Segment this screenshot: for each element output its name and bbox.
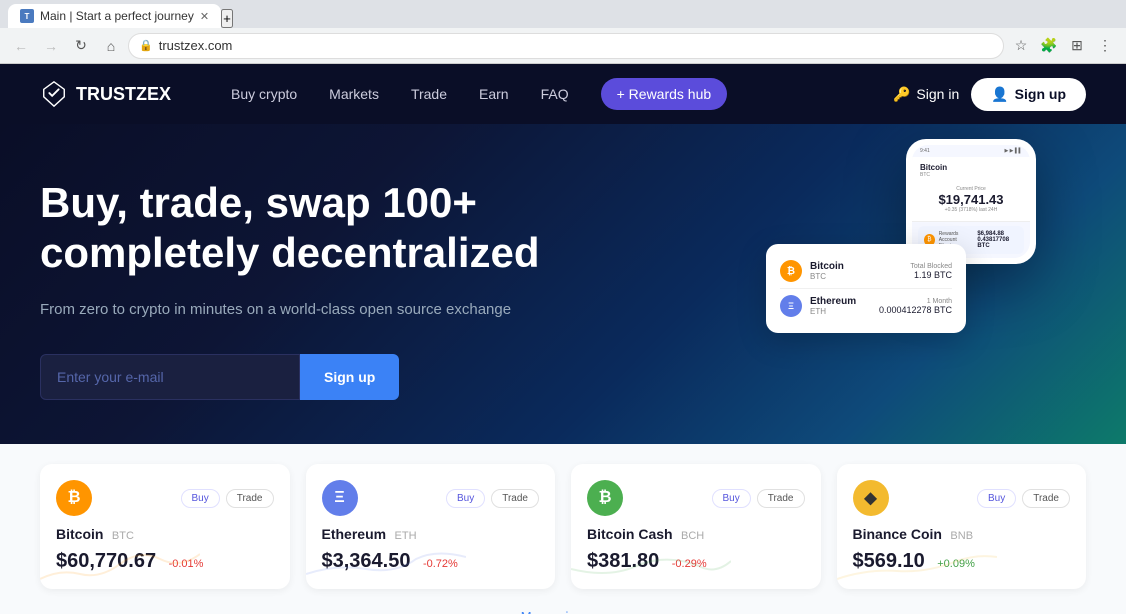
back-button[interactable]: ← [8,33,34,59]
browser-tab-bar: T Main | Start a perfect journey ✕ + [0,0,1126,28]
signup-button[interactable]: 👤 Sign up [971,78,1086,111]
active-tab[interactable]: T Main | Start a perfect journey ✕ [8,4,221,28]
page-content: TRUSTZEX Buy crypto Markets Trade Earn F… [0,64,1126,614]
signin-icon: 🔑 [893,86,910,103]
nav-buy-crypto[interactable]: Buy crypto [231,86,297,102]
profile-button[interactable]: ⊞ [1064,33,1090,59]
phone-price-section: Current Price $19,741.43 +0.35 (3718%) l… [912,182,1030,222]
logo-icon [40,80,68,108]
eth-buy-button[interactable]: Buy [446,489,485,508]
eth-ticker: ETH [395,530,417,542]
btc-card-icon: ₿ [56,480,92,516]
price-cards-container: ₿ Buy Trade Bitcoin BTC $60,770.67 -0.01… [40,464,1086,589]
coin-card-eth: Ξ Ethereum ETH 1 Month 0.000412278 BTC [780,289,952,323]
hero-form: Sign up [40,354,540,400]
btc-trade-button[interactable]: Trade [226,489,274,508]
extensions-button[interactable]: 🧩 [1036,33,1062,59]
navbar: TRUSTZEX Buy crypto Markets Trade Earn F… [0,64,1126,124]
hero-content: Buy, trade, swap 100+ completely decentr… [40,178,540,401]
eth-icon: Ξ [780,295,802,317]
phone-header: Bitcoin BTC [912,157,1030,182]
btc-ticker: BTC [112,530,134,542]
coin-card-btc: ₿ Bitcoin BTC Total Blocked 1.19 BTC [780,254,952,289]
bnb-name: Binance Coin [853,526,942,542]
bnb-card-icon: ◆ [853,480,889,516]
nav-trade[interactable]: Trade [411,86,447,102]
eth-trade-button[interactable]: Trade [491,489,539,508]
nav-links: Buy crypto Markets Trade Earn FAQ + Rewa… [231,78,893,110]
hero-signup-button[interactable]: Sign up [300,354,399,400]
bch-chart [571,549,731,589]
tab-close-button[interactable]: ✕ [200,10,209,23]
nav-markets[interactable]: Markets [329,86,379,102]
bch-ticker: BCH [681,530,704,542]
reload-button[interactable]: ↻ [68,33,94,59]
browser-chrome: T Main | Start a perfect journey ✕ + ← →… [0,0,1126,64]
nav-earn[interactable]: Earn [479,86,509,102]
price-card-btc: ₿ Buy Trade Bitcoin BTC $60,770.67 -0.01… [40,464,290,589]
hero-title: Buy, trade, swap 100+ completely decentr… [40,178,540,279]
price-section: ₿ Buy Trade Bitcoin BTC $60,770.67 -0.01… [0,444,1126,614]
url-text: trustzex.com [159,38,233,53]
price-card-eth: Ξ Buy Trade Ethereum ETH $3,364.50 -0.72… [306,464,556,589]
eth-chart [306,549,466,589]
btc-name: Bitcoin [56,526,103,542]
browser-toolbar: ← → ↻ ⌂ 🔒 trustzex.com ☆ 🧩 ⊞ ⋮ [0,28,1126,64]
eth-name: Ethereum [322,526,387,542]
toolbar-actions: ☆ 🧩 ⊞ ⋮ [1008,33,1118,59]
bnb-trade-button[interactable]: Trade [1022,489,1070,508]
rewards-hub-button[interactable]: + Rewards hub [601,78,728,110]
btc-buy-button[interactable]: Buy [181,489,220,508]
price-card-bch: ₿ Buy Trade Bitcoin Cash BCH $381.80 -0.… [571,464,821,589]
price-card-bnb: ◆ Buy Trade Binance Coin BNB $569.10 +0.… [837,464,1087,589]
tab-title: Main | Start a perfect journey [40,9,194,23]
more-prices-section: More prices → [40,601,1086,614]
tab-favicon: T [20,9,34,23]
email-input[interactable] [40,354,300,400]
bnb-ticker: BNB [950,530,973,542]
nav-faq[interactable]: FAQ [541,86,569,102]
btc-icon: ₿ [780,260,802,282]
floating-coin-card: ₿ Bitcoin BTC Total Blocked 1.19 BTC Ξ E… [766,244,966,333]
bch-trade-button[interactable]: Trade [757,489,805,508]
phone-status-bar: 9:41▶ ▶ ▌▌ [912,145,1030,157]
hero-subtitle: From zero to crypto in minutes on a worl… [40,298,540,322]
logo-text: TRUSTZEX [76,84,171,105]
bookmark-button[interactable]: ☆ [1008,33,1034,59]
menu-button[interactable]: ⋮ [1092,33,1118,59]
user-icon: 👤 [991,86,1008,103]
nav-auth: 🔑 Sign in 👤 Sign up [893,78,1086,111]
bch-name: Bitcoin Cash [587,526,673,542]
bch-card-icon: ₿ [587,480,623,516]
btc-chart [40,549,200,589]
logo-link[interactable]: TRUSTZEX [40,80,171,108]
new-tab-button[interactable]: + [221,9,233,28]
eth-card-icon: Ξ [322,480,358,516]
hero-section: Buy, trade, swap 100+ completely decentr… [0,124,1126,444]
home-button[interactable]: ⌂ [98,33,124,59]
address-bar[interactable]: 🔒 trustzex.com [128,33,1004,59]
lock-icon: 🔒 [139,39,153,52]
more-prices-link[interactable]: More prices → [48,609,1078,614]
signin-button[interactable]: 🔑 Sign in [893,86,959,103]
bnb-buy-button[interactable]: Buy [977,489,1016,508]
forward-button[interactable]: → [38,33,64,59]
bnb-chart [837,549,997,589]
bch-buy-button[interactable]: Buy [712,489,751,508]
